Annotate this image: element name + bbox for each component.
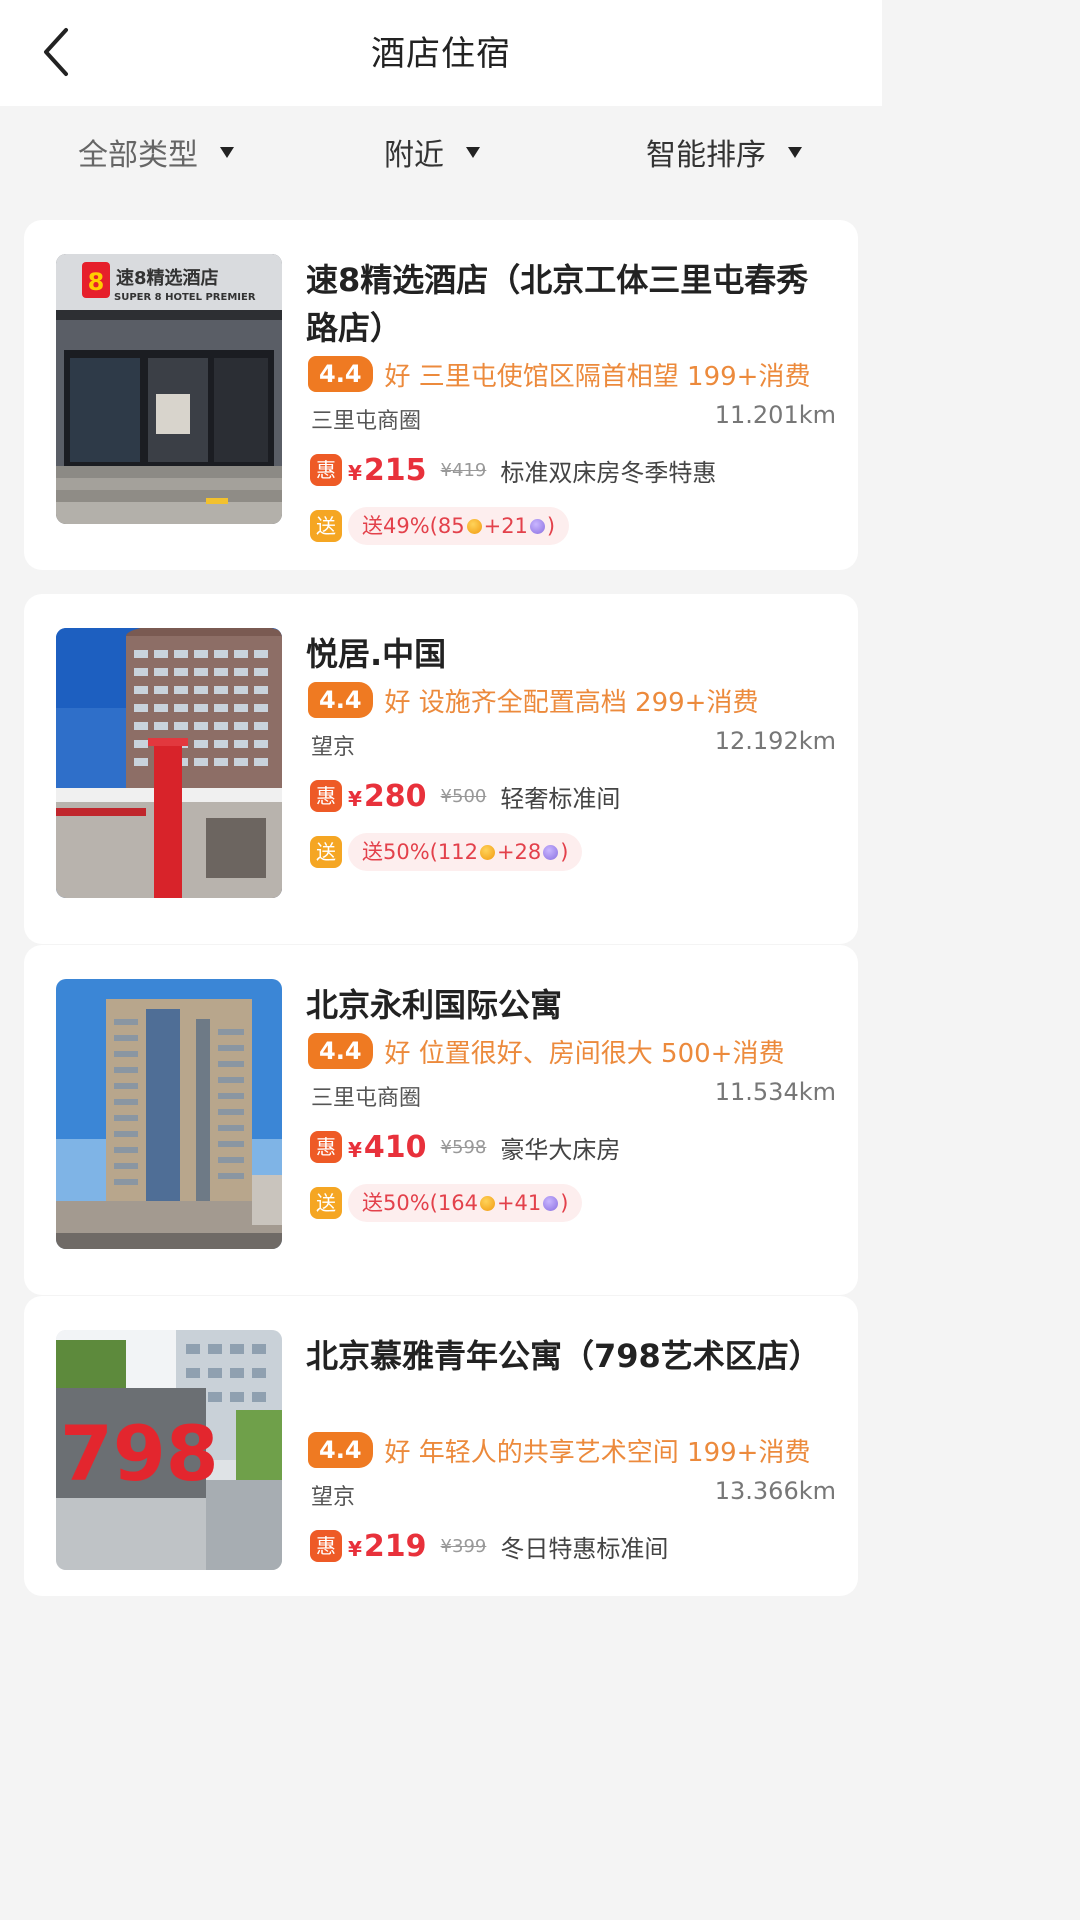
room-type: 标准双床房冬季特惠 [500,458,717,487]
hotel-photo [56,628,282,898]
hotel-distance: 11.534km [714,1078,836,1106]
gift-badge: 送 [310,510,342,542]
hotel-photo: 798 [56,1330,282,1570]
caret-down-icon [788,146,802,158]
filter-sort-dropdown[interactable]: 智能排序 [646,130,802,174]
room-type: 冬日特惠标准间 [500,1534,669,1563]
top-bar: 酒店住宿 [0,0,882,106]
gold-coin-icon [479,1195,495,1211]
gold-coin-icon [466,518,482,534]
filter-location-label: 附近 [384,138,444,173]
room-type: 轻奢标准间 [500,784,621,813]
discount-badge: 惠 [310,454,342,486]
hotel-name: 悦居.中国 [306,635,447,673]
currency-symbol: ¥ [348,1138,362,1162]
gift-row: 送 送49%(85 +21 ) [310,506,570,546]
caret-down-icon [220,146,234,158]
rating-row: 4.4 好 位置很好、房间很大 500+消费 [308,1031,784,1071]
hotel-distance: 12.192km [714,727,836,755]
caret-down-icon [466,146,480,158]
original-price: ¥419 [440,459,487,481]
page-title: 酒店住宿 [371,34,511,74]
filter-type-dropdown[interactable]: 全部类型 [78,130,234,174]
hotel-card[interactable]: 798 北京慕雅青年公寓（798艺术区店） 4.4 好 年轻人的共享艺术空间 1… [24,1296,858,1596]
rating-score: 4.4 [308,682,373,718]
logo-mark: 8 [88,268,105,296]
gift-text: 送50%(112 [362,840,478,864]
gift-text: 送49%(85 [362,514,465,538]
hotel-area: 望京 [311,1485,356,1510]
gift-text: 送50%(164 [362,1191,478,1215]
sign-text: 速8精选酒店 [116,267,219,289]
gift-pill: 送50%(164 +41 ) [348,1184,583,1222]
review-summary: 好 设施齐全配置高档 299+消费 [384,687,759,718]
review-summary: 好 年轻人的共享艺术空间 199+消费 [384,1437,811,1468]
hotel-name: 北京永利国际公寓 [306,986,563,1024]
gift-badge: 送 [310,836,342,868]
filter-type-label: 全部类型 [78,138,198,173]
price: 219 [363,1528,427,1564]
gift-badge: 送 [310,1187,342,1219]
purple-coin-icon [529,518,545,534]
filter-sort-label: 智能排序 [646,138,766,173]
price-row: 惠 ¥ 219 ¥399 冬日特惠标准间 [310,1526,668,1566]
gift-text-mid: +28 [496,840,542,864]
sign-text: 798 [60,1409,219,1498]
gift-text-end: ) [560,1191,569,1215]
hotel-distance: 13.366km [714,1477,836,1505]
purple-coin-icon [543,1195,559,1211]
discount-badge: 惠 [310,780,342,812]
sign-text-en: SUPER 8 HOTEL PREMIER [114,292,256,303]
discount-badge: 惠 [310,1530,342,1562]
discount-badge: 惠 [310,1131,342,1163]
gift-pill: 送49%(85 +21 ) [348,507,570,545]
gift-text-mid: +41 [496,1191,542,1215]
rating-score: 4.4 [308,1033,373,1069]
original-price: ¥500 [440,785,487,807]
hotel-area: 三里屯商圈 [311,1086,422,1111]
rating-score: 4.4 [308,1432,373,1468]
hotel-area: 三里屯商圈 [311,409,422,434]
gold-coin-icon [479,844,495,860]
gift-text-mid: +21 [483,514,528,538]
hotel-photo: 8 速8精选酒店 SUPER 8 HOTEL PREMIER [56,254,282,524]
price: 280 [363,778,427,814]
room-type: 豪华大床房 [500,1135,621,1164]
review-summary: 好 位置很好、房间很大 500+消费 [384,1038,785,1069]
hotel-name: 速8精选酒店（北京工体三里屯春秀路店） [306,261,809,347]
gift-text-end: ) [560,840,569,864]
price: 410 [363,1129,427,1165]
original-price: ¥399 [440,1535,487,1557]
gift-row: 送 送50%(112 +28 ) [310,832,583,872]
original-price: ¥598 [440,1136,487,1158]
hotel-card[interactable]: 8 速8精选酒店 SUPER 8 HOTEL PREMIER 速8精选酒店（北京… [24,220,858,570]
rating-row: 4.4 好 年轻人的共享艺术空间 199+消费 [308,1430,810,1470]
currency-symbol: ¥ [348,1537,362,1561]
hotel-card[interactable]: 北京永利国际公寓 4.4 好 位置很好、房间很大 500+消费 三里屯商圈 11… [24,945,858,1295]
hotel-distance: 11.201km [714,401,836,429]
hotel-photo [56,979,282,1249]
rating-row: 4.4 好 三里屯使馆区隔首相望 199+消费 [308,354,810,394]
price: 215 [363,452,427,488]
hotel-name: 北京慕雅青年公寓（798艺术区店） [306,1337,821,1375]
filter-location-dropdown[interactable]: 附近 [384,130,480,174]
rating-score: 4.4 [308,356,373,392]
gift-text-end: ) [546,514,556,538]
rating-row: 4.4 好 设施齐全配置高档 299+消费 [308,680,758,720]
hotel-card[interactable]: 悦居.中国 4.4 好 设施齐全配置高档 299+消费 望京 12.192km … [24,594,858,944]
gift-pill: 送50%(112 +28 ) [348,833,583,871]
price-row: 惠 ¥ 215 ¥419 标准双床房冬季特惠 [310,450,716,490]
purple-coin-icon [543,844,559,860]
currency-symbol: ¥ [348,787,362,811]
price-row: 惠 ¥ 280 ¥500 轻奢标准间 [310,776,620,816]
hotel-area: 望京 [311,735,356,760]
currency-symbol: ¥ [348,461,362,485]
review-summary: 好 三里屯使馆区隔首相望 199+消费 [384,361,811,392]
gift-row: 送 送50%(164 +41 ) [310,1183,583,1223]
price-row: 惠 ¥ 410 ¥598 豪华大床房 [310,1127,620,1167]
